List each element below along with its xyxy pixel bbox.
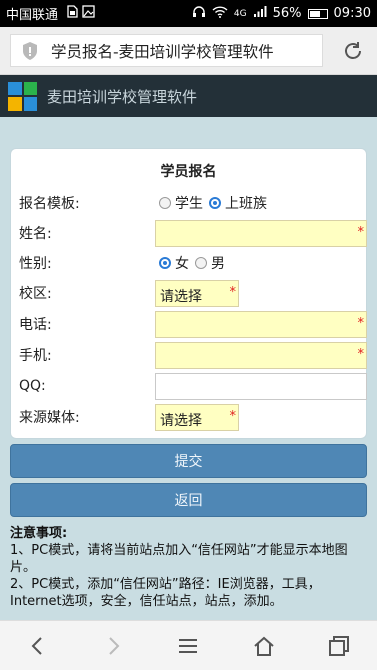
template-option-worker[interactable]: 上班族 — [209, 193, 267, 213]
radio-male[interactable] — [195, 257, 207, 269]
signal-icon — [253, 5, 267, 22]
required-mark: * — [357, 346, 365, 362]
browser-toolbar: 学员报名-麦田培训学校管理软件 — [0, 27, 377, 75]
gender-option-label: 女 — [175, 256, 189, 272]
sim-icon — [66, 5, 78, 22]
image-icon — [82, 5, 95, 22]
registration-form: 学员报名 报名模板: 学生 上班族 姓名: * 性别: 女 男 校区: 请选择 … — [10, 148, 367, 439]
network-type: 4G — [233, 8, 247, 19]
radio-worker[interactable] — [209, 197, 221, 209]
notes-line-2: 2、PC模式，添加“信任网站”路径：IE浏览器，工具，Internet选项，安全… — [10, 577, 321, 609]
template-row: 报名模板: 学生 上班族 — [19, 189, 360, 217]
template-option-label: 上班族 — [225, 196, 267, 212]
gender-option-male[interactable]: 男 — [195, 253, 225, 273]
menu-icon[interactable] — [173, 631, 203, 661]
qq-row: QQ: — [19, 372, 367, 400]
radio-female[interactable] — [159, 257, 171, 269]
source-row: 来源媒体: 请选择 * — [19, 403, 360, 431]
campus-select-value: 请选择 — [160, 288, 202, 305]
battery-percent: 56% — [272, 6, 302, 21]
template-option-label: 学生 — [175, 196, 203, 212]
gender-radio-group: 女 男 — [159, 253, 231, 273]
clock: 09:30 — [333, 6, 371, 21]
notes-line-1: 1、PC模式，请将当前站点加入“信任网站”才能显示本地图片。 — [10, 543, 348, 575]
campus-label: 校区: — [19, 286, 52, 302]
template-radio-group: 学生 上班族 — [159, 193, 273, 213]
mobile-label: 手机: — [19, 348, 52, 364]
phone-row: 电话: * — [19, 310, 367, 338]
mobile-input[interactable]: * — [155, 341, 367, 369]
mobile-row: 手机: * — [19, 341, 367, 369]
wifi-icon — [212, 5, 228, 22]
status-bar: 中国联通 4G 56% 09:30 — [0, 0, 377, 27]
home-icon[interactable] — [249, 631, 279, 661]
template-label: 报名模板: — [19, 196, 80, 212]
required-mark: * — [357, 315, 365, 331]
name-input[interactable]: * — [155, 219, 367, 247]
notes-title: 注意事项: — [10, 526, 68, 541]
page-title: 学员报名-麦田培训学校管理软件 — [51, 42, 274, 61]
app-logo — [8, 81, 37, 111]
gender-option-female[interactable]: 女 — [159, 253, 189, 273]
address-bar[interactable]: 学员报名-麦田培训学校管理软件 — [10, 34, 323, 67]
forward-icon[interactable] — [98, 631, 128, 661]
notes-section: 注意事项: 1、PC模式，请将当前站点加入“信任网站”才能显示本地图片。 2、P… — [10, 525, 370, 610]
app-title: 麦田培训学校管理软件 — [47, 87, 198, 106]
campus-row: 校区: 请选择 * — [19, 279, 360, 307]
name-label: 姓名: — [19, 226, 52, 242]
phone-label: 电话: — [19, 317, 52, 333]
battery-icon — [307, 8, 328, 19]
tabs-icon[interactable] — [324, 631, 354, 661]
source-label: 来源媒体: — [19, 410, 80, 426]
required-mark: * — [229, 284, 237, 300]
app-header: 麦田培训学校管理软件 — [0, 75, 377, 117]
qq-label: QQ: — [19, 378, 46, 394]
gender-row: 性别: 女 男 — [19, 249, 360, 277]
browser-nav-bar — [0, 620, 377, 670]
campus-select[interactable]: 请选择 * — [155, 279, 239, 307]
radio-student[interactable] — [159, 197, 171, 209]
source-select[interactable]: 请选择 * — [155, 403, 239, 431]
gender-option-label: 男 — [211, 256, 225, 272]
phone-input[interactable]: * — [155, 310, 367, 338]
template-option-student[interactable]: 学生 — [159, 193, 203, 213]
submit-button[interactable]: 提交 — [10, 444, 367, 478]
back-icon[interactable] — [23, 631, 53, 661]
headphones-icon — [192, 5, 206, 22]
gender-label: 性别: — [19, 256, 52, 272]
reload-icon[interactable] — [341, 39, 365, 63]
back-button[interactable]: 返回 — [10, 483, 367, 517]
shield-icon[interactable] — [19, 40, 41, 62]
form-title: 学员报名 — [160, 164, 217, 180]
carrier-name: 中国联通 — [6, 8, 59, 23]
qq-input[interactable] — [155, 372, 367, 400]
name-row: 姓名: * — [19, 219, 367, 247]
source-select-value: 请选择 — [160, 412, 202, 429]
required-mark: * — [229, 408, 237, 424]
required-mark: * — [357, 224, 365, 240]
